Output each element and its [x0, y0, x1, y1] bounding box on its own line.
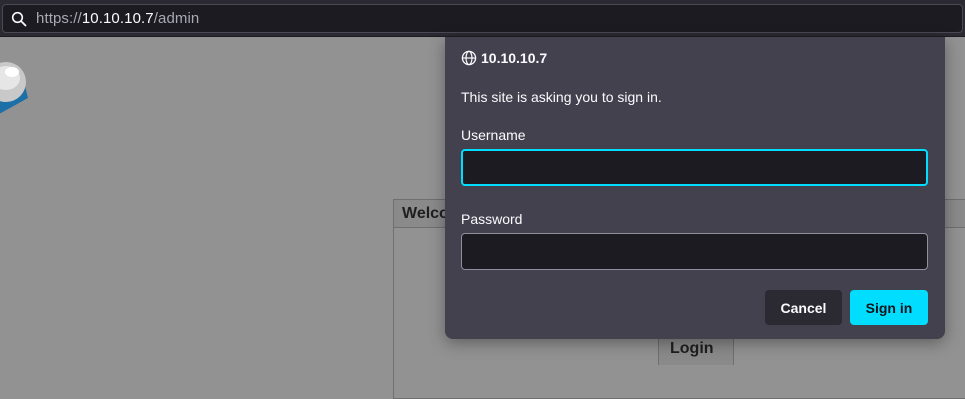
url-text[interactable]: https://10.10.10.7/admin: [36, 10, 199, 27]
login-tab[interactable]: Login: [658, 335, 734, 365]
auth-dialog: 10.10.10.7 This site is asking you to si…: [445, 37, 945, 339]
password-label: Password: [461, 211, 523, 227]
url-scheme: https://: [36, 10, 82, 27]
globe-icon: [461, 50, 477, 66]
dialog-title: 10.10.10.7: [461, 50, 547, 66]
url-path: /admin: [153, 10, 200, 27]
search-icon: [11, 11, 27, 26]
dialog-message: This site is asking you to sign in.: [461, 89, 662, 105]
url-host: 10.10.10.7: [81, 10, 154, 27]
dialog-site: 10.10.10.7: [481, 50, 548, 66]
cancel-button[interactable]: Cancel: [765, 290, 842, 325]
sign-in-button[interactable]: Sign in: [850, 290, 928, 325]
logo-icon: [0, 62, 28, 114]
password-input[interactable]: [461, 233, 928, 270]
username-label: Username: [461, 127, 526, 143]
url-bar[interactable]: https://10.10.10.7/admin: [2, 4, 963, 33]
username-input[interactable]: [461, 149, 928, 186]
browser-toolbar: https://10.10.10.7/admin: [0, 0, 965, 37]
